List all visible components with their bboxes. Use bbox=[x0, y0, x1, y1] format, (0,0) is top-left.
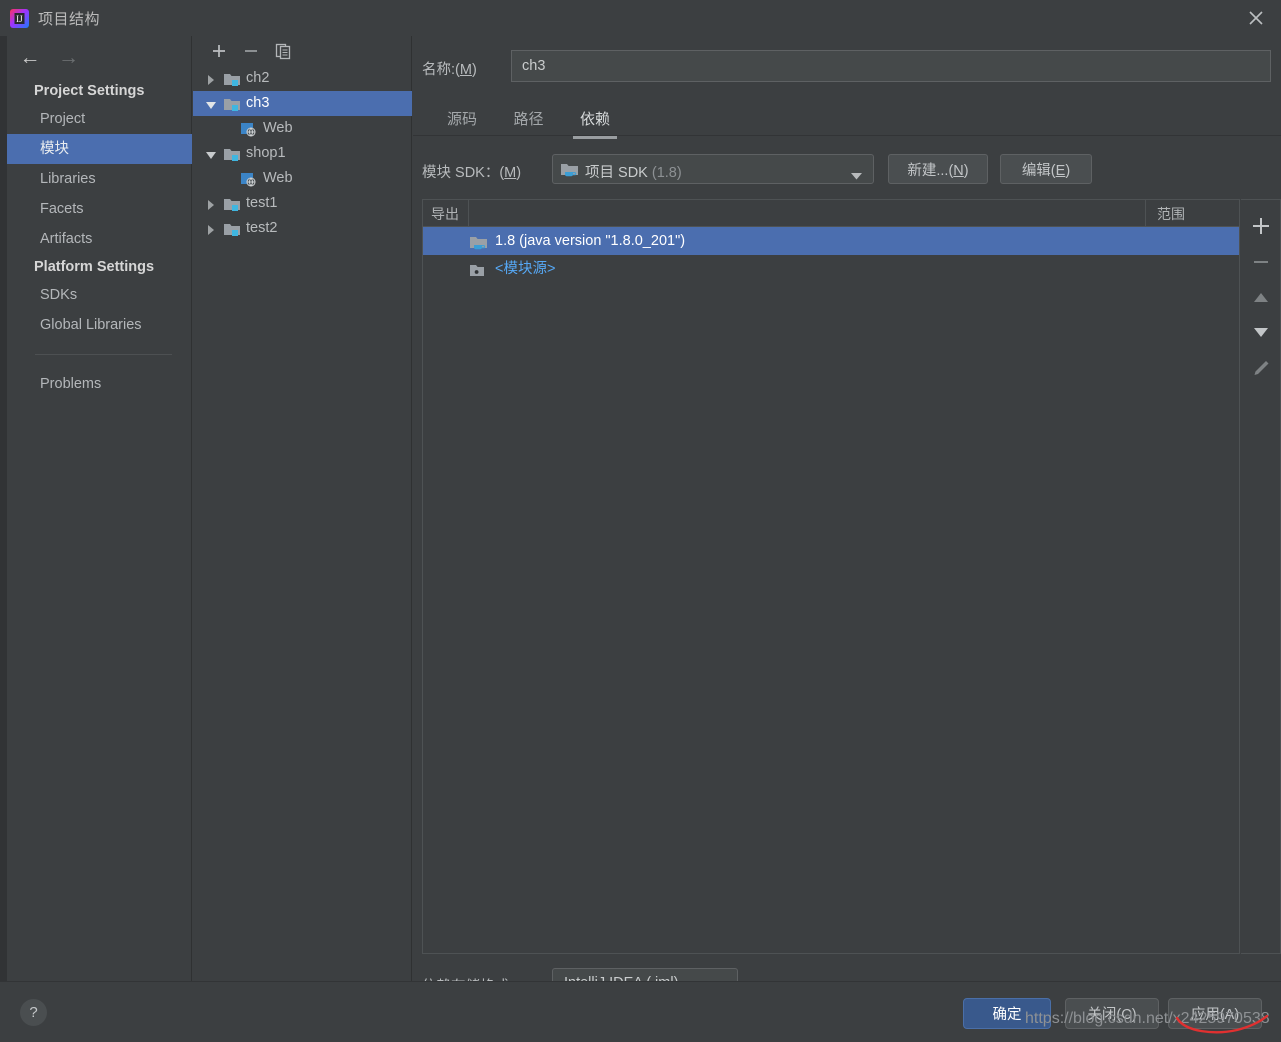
sidebar-item-global-libraries[interactable]: Global Libraries bbox=[7, 310, 192, 340]
arrow-right-icon[interactable]: → bbox=[51, 46, 85, 70]
module-sdk-row: 模块 SDK：(M) 项目 SDK (1.8) 新建...(N) 编辑(E) bbox=[422, 154, 1272, 186]
tabs-divider bbox=[413, 135, 1281, 136]
module-name-label: 名称:(M) bbox=[422, 62, 477, 78]
tree-item-ch2[interactable]: ch2 bbox=[193, 66, 412, 91]
tree-item-ch3[interactable]: ch3 bbox=[193, 91, 412, 116]
sidebar-item-facets[interactable]: Facets bbox=[7, 194, 192, 224]
module-sdk-value: 项目 SDK (1.8) bbox=[585, 165, 682, 181]
sidebar-heading-platform-settings: Platform Settings bbox=[34, 259, 155, 275]
settings-sidebar: ← → Project Settings Project 模块 Librarie… bbox=[7, 36, 192, 981]
table-row[interactable]: <模块源> bbox=[423, 255, 1239, 283]
tree-item-label: test2 bbox=[246, 220, 278, 236]
tree-item-ch3-web[interactable]: Web bbox=[193, 116, 412, 141]
minus-icon[interactable] bbox=[239, 40, 263, 62]
tree-item-shop1[interactable]: shop1 bbox=[193, 141, 412, 166]
sidebar-item-modules[interactable]: 模块 bbox=[7, 134, 192, 164]
dependencies-table: 导出 范围 1.8 (java version "1.8.0_201") <模块… bbox=[422, 199, 1240, 954]
arrow-down-icon[interactable] bbox=[1247, 318, 1275, 346]
web-facet-icon bbox=[241, 171, 257, 187]
jdk-folder-icon bbox=[470, 233, 487, 250]
jdk-folder-icon bbox=[561, 162, 578, 178]
chevron-right-icon[interactable] bbox=[205, 216, 217, 241]
plus-icon[interactable] bbox=[207, 40, 231, 62]
sidebar-item-problems[interactable]: Problems bbox=[7, 369, 192, 399]
module-tabs: 源码 路径 依赖 bbox=[435, 102, 630, 139]
plus-icon[interactable] bbox=[1247, 212, 1275, 240]
sidebar-item-artifacts[interactable]: Artifacts bbox=[7, 224, 192, 254]
tree-item-label: shop1 bbox=[246, 145, 286, 161]
project-structure-dialog: IJ 项目结构 ← → Project Settings Project 模块 … bbox=[0, 0, 1281, 1042]
close-icon[interactable] bbox=[1245, 7, 1267, 29]
pencil-icon[interactable] bbox=[1247, 354, 1275, 382]
new-sdk-button[interactable]: 新建...(N) bbox=[888, 154, 988, 184]
tree-item-label: Web bbox=[263, 120, 293, 136]
modules-tree-toolbar bbox=[193, 36, 412, 66]
tab-sources[interactable]: 源码 bbox=[435, 102, 489, 139]
table-row[interactable]: 1.8 (java version "1.8.0_201") bbox=[423, 227, 1239, 255]
modules-tree: ch2 ch3 Web shop1 Web test1 test2 bbox=[193, 66, 412, 241]
arrow-left-icon[interactable]: ← bbox=[13, 46, 47, 70]
copy-icon[interactable] bbox=[271, 40, 295, 62]
dependency-name: 1.8 (java version "1.8.0_201") bbox=[495, 233, 686, 249]
module-folder-icon bbox=[224, 146, 240, 161]
module-name-row: 名称:(M) bbox=[422, 50, 1272, 84]
help-button[interactable]: ? bbox=[20, 999, 47, 1026]
module-editor-panel: 名称:(M) 源码 路径 依赖 模块 SDK：(M) 项目 SDK (1.8) bbox=[413, 36, 1281, 998]
tree-item-test2[interactable]: test2 bbox=[193, 216, 412, 241]
module-name-input[interactable] bbox=[511, 50, 1271, 82]
sidebar-navigation: ← → bbox=[13, 46, 85, 74]
chevron-down-icon[interactable] bbox=[205, 91, 217, 116]
module-folder-icon bbox=[224, 221, 240, 236]
module-sdk-label: 模块 SDK：(M) bbox=[422, 165, 522, 181]
modules-tree-panel: ch2 ch3 Web shop1 Web test1 test2 bbox=[193, 36, 412, 981]
chevron-right-icon[interactable] bbox=[205, 191, 217, 216]
tree-item-label: ch2 bbox=[246, 70, 270, 86]
module-folder-icon bbox=[224, 196, 240, 211]
dependency-name: <模块源> bbox=[495, 261, 556, 277]
column-header-export[interactable]: 导出 bbox=[431, 204, 459, 224]
arrow-up-icon[interactable] bbox=[1247, 284, 1275, 312]
svg-text:IJ: IJ bbox=[16, 14, 23, 24]
tree-item-label: ch3 bbox=[246, 95, 270, 111]
chevron-right-icon[interactable] bbox=[205, 66, 217, 91]
sidebar-item-libraries[interactable]: Libraries bbox=[7, 164, 192, 194]
tree-item-test1[interactable]: test1 bbox=[193, 191, 412, 216]
module-sdk-select[interactable]: 项目 SDK (1.8) bbox=[552, 154, 874, 184]
tree-item-label: Web bbox=[263, 170, 293, 186]
background-ide-strip bbox=[0, 0, 7, 1042]
module-folder-icon bbox=[224, 71, 240, 86]
minus-icon[interactable] bbox=[1247, 248, 1275, 276]
web-facet-icon bbox=[241, 121, 257, 137]
tab-dependencies[interactable]: 依赖 bbox=[568, 102, 622, 139]
watermark-scribble bbox=[1175, 1014, 1270, 1042]
tree-item-shop1-web[interactable]: Web bbox=[193, 166, 412, 191]
dependencies-toolbar bbox=[1241, 199, 1281, 954]
edit-sdk-button[interactable]: 编辑(E) bbox=[1000, 154, 1092, 184]
chevron-down-icon[interactable] bbox=[205, 141, 217, 166]
title-bar: IJ 项目结构 bbox=[0, 0, 1281, 36]
sidebar-list: Project Settings Project 模块 Libraries Fa… bbox=[7, 78, 192, 399]
module-folder-icon bbox=[224, 96, 240, 111]
tab-paths[interactable]: 路径 bbox=[501, 102, 555, 139]
intellij-idea-logo-icon: IJ bbox=[10, 9, 29, 28]
tree-item-label: test1 bbox=[246, 195, 278, 211]
dependencies-table-header: 导出 范围 bbox=[423, 200, 1239, 227]
sidebar-item-sdks[interactable]: SDKs bbox=[7, 280, 192, 310]
window-title: 项目结构 bbox=[38, 11, 101, 28]
sidebar-divider bbox=[35, 354, 172, 355]
chevron-down-icon[interactable] bbox=[851, 167, 862, 185]
sidebar-heading-project-settings: Project Settings bbox=[34, 83, 145, 99]
column-header-scope[interactable]: 范围 bbox=[1157, 204, 1185, 224]
module-source-icon bbox=[470, 261, 487, 277]
sidebar-item-project[interactable]: Project bbox=[7, 104, 192, 134]
